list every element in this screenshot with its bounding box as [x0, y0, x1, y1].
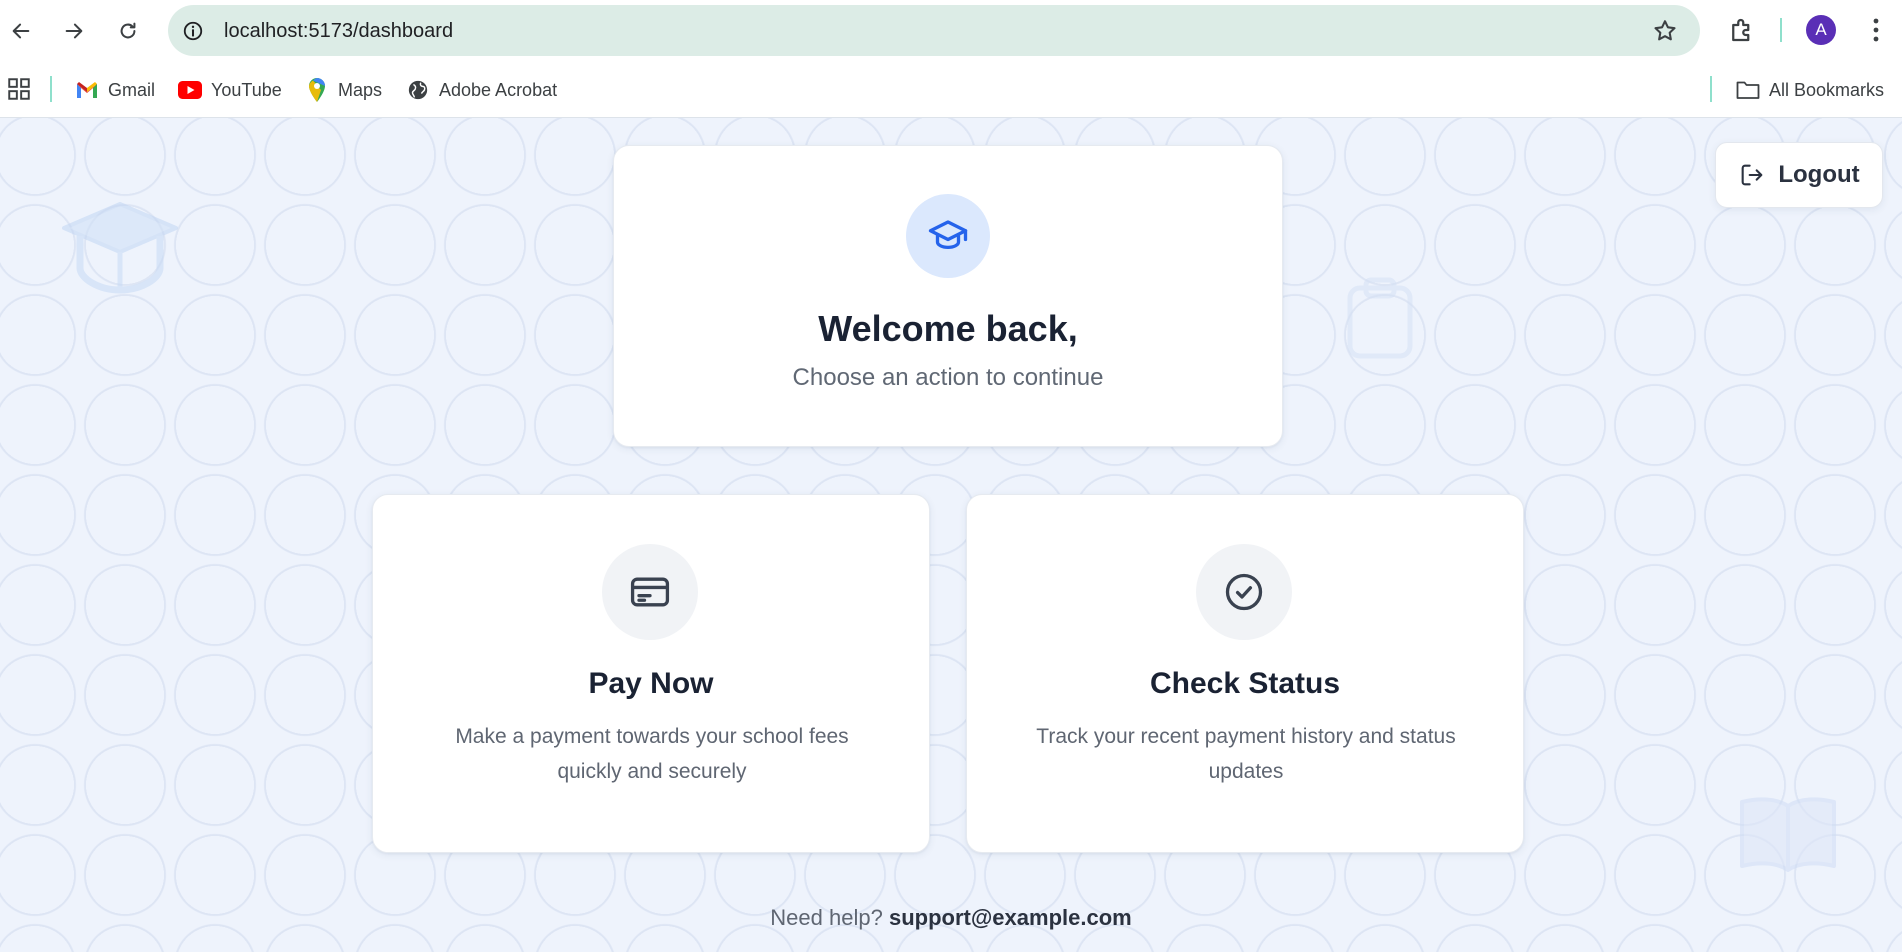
welcome-subtitle: Choose an action to continue	[792, 364, 1104, 391]
site-info-icon[interactable]	[180, 18, 206, 44]
bookmark-label: Gmail	[108, 79, 156, 100]
bookmarks-divider	[50, 76, 52, 102]
bookmark-maps[interactable]: Maps	[305, 75, 382, 105]
bookmark-label: YouTube	[211, 79, 282, 100]
pay-now-description: Make a payment towards your school fees …	[455, 725, 849, 783]
dashboard-page: Logout Welcome back, Choose an action to…	[0, 118, 1902, 952]
welcome-icon-badge	[906, 194, 990, 278]
address-bar[interactable]: localhost:5173/dashboard	[168, 5, 1700, 56]
url-text[interactable]: localhost:5173/dashboard	[224, 20, 453, 43]
credit-card-icon	[630, 577, 670, 607]
forward-arrow-icon[interactable]	[57, 14, 91, 48]
youtube-icon	[178, 78, 202, 102]
bookmark-label: Maps	[338, 79, 383, 100]
logout-icon	[1738, 161, 1766, 189]
logout-button[interactable]: Logout	[1715, 142, 1883, 208]
clipboard-decoration-icon	[1347, 277, 1413, 359]
folder-icon	[1736, 78, 1760, 102]
pay-now-title: Pay Now	[588, 667, 714, 700]
reload-icon[interactable]	[111, 14, 145, 48]
extensions-puzzle-icon[interactable]	[1727, 15, 1757, 45]
support-email-link[interactable]: support@example.com	[889, 905, 1132, 930]
maps-icon	[305, 78, 329, 102]
check-status-description: Track your recent payment history and st…	[1036, 725, 1456, 783]
book-decoration-icon	[1740, 797, 1836, 872]
pay-now-card[interactable]: Pay Now Make a payment towards your scho…	[372, 494, 930, 853]
welcome-card: Welcome back, Choose an action to contin…	[613, 145, 1283, 447]
browser-menu-icon[interactable]	[1864, 15, 1888, 45]
check-status-card[interactable]: Check Status Track your recent payment h…	[966, 494, 1524, 853]
bookmark-youtube[interactable]: YouTube	[178, 75, 282, 105]
apps-grid-icon[interactable]	[6, 76, 32, 102]
bookmarks-divider	[1710, 76, 1712, 102]
logout-label: Logout	[1778, 161, 1860, 188]
help-footer: Need help? support@example.com	[0, 905, 1902, 931]
graduation-cap-icon	[928, 220, 968, 250]
profile-avatar[interactable]: A	[1806, 15, 1836, 45]
pay-now-icon-badge	[602, 544, 698, 640]
bookmark-star-icon[interactable]	[1652, 18, 1678, 44]
graduation-cap-decoration-icon	[62, 202, 178, 294]
globe-icon	[406, 78, 430, 102]
back-arrow-icon[interactable]	[4, 14, 38, 48]
bookmark-adobe-acrobat[interactable]: Adobe Acrobat	[406, 75, 557, 105]
gmail-icon	[75, 78, 99, 102]
bookmarks-bar: Gmail YouTube Maps Adobe Acrobat All Boo…	[0, 62, 1902, 118]
check-status-icon-badge	[1196, 544, 1292, 640]
toolbar-divider	[1780, 18, 1782, 42]
check-status-title: Check Status	[1149, 667, 1341, 700]
check-circle-icon	[1225, 573, 1263, 611]
browser-toolbar: localhost:5173/dashboard A	[0, 0, 1902, 62]
all-bookmarks[interactable]: All Bookmarks	[1736, 75, 1884, 105]
help-text: Need help?	[770, 905, 883, 930]
all-bookmarks-label: All Bookmarks	[1769, 79, 1885, 100]
bookmark-label: Adobe Acrobat	[439, 79, 558, 100]
bookmark-gmail[interactable]: Gmail	[75, 75, 155, 105]
welcome-title: Welcome back,	[818, 308, 1078, 349]
